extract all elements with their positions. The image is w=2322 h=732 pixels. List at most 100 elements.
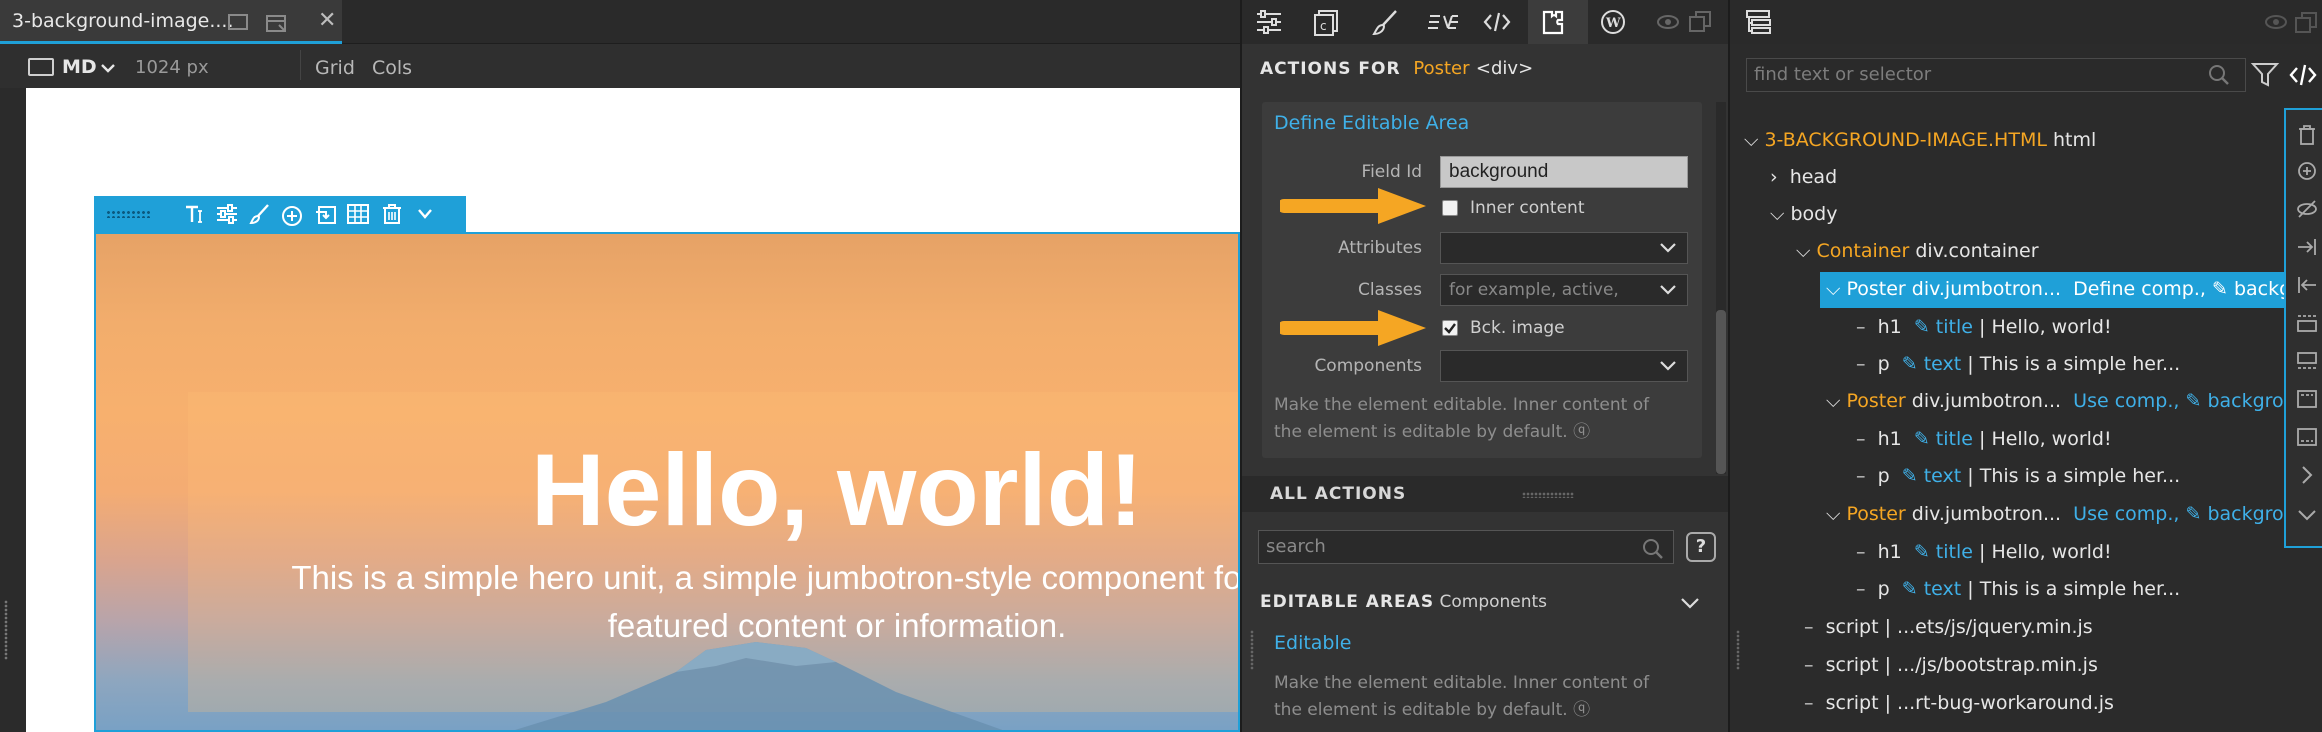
tree-h1-text: | Hello, world! [1979, 541, 2112, 563]
sliders-icon[interactable] [214, 202, 240, 226]
tree-row-html[interactable]: ⌵ 3-BACKGROUND-IMAGE.HTML html [1744, 123, 2096, 157]
dash-icon: – [1856, 316, 1866, 338]
tree-row-script[interactable]: – script | .../js/bootstrap.min.js [1804, 648, 2098, 682]
tree-row-p[interactable]: – p ✎ text | This is a simple her... [1856, 347, 2180, 381]
resize-grip[interactable] [1250, 630, 1254, 670]
hero-paragraph[interactable]: This is a simple hero unit, a simple jum… [96, 554, 1238, 650]
wrap-icon[interactable] [314, 202, 338, 226]
device-size-label[interactable]: MD [62, 56, 97, 78]
tree-row-h1[interactable]: – h1 ✎ title | Hello, world! [1856, 310, 2112, 344]
help-button[interactable]: ? [1686, 532, 1716, 562]
table-icon[interactable] [346, 202, 370, 226]
inner-content-checkbox[interactable] [1442, 200, 1458, 216]
tree-layers-icon[interactable] [1744, 8, 1774, 36]
classes-select[interactable]: for example, active, [1440, 274, 1688, 306]
editable-action-item[interactable]: Editable [1274, 632, 1351, 654]
tab-3-background-image[interactable]: 3-background-image.... ✕ [0, 0, 342, 44]
element-toolbar [94, 196, 466, 232]
actions-for-label: ACTIONS FOR [1260, 59, 1401, 79]
trash-icon[interactable] [2296, 124, 2318, 146]
resize-grip[interactable] [1522, 492, 1574, 498]
prepend-icon[interactable] [2296, 388, 2318, 410]
outdent-icon[interactable] [2296, 274, 2318, 296]
trash-icon[interactable] [380, 202, 404, 226]
wordpress-icon[interactable]: W [1598, 8, 1642, 38]
chevron-down-icon[interactable]: ⌵ [1826, 278, 1840, 300]
field-id-input[interactable] [1440, 156, 1688, 188]
bck-image-checkbox[interactable] [1442, 320, 1458, 336]
hide-icon[interactable] [2296, 198, 2318, 220]
tree-poster-action[interactable]: Define comp., [2073, 278, 2206, 300]
attributes-select[interactable] [1440, 232, 1688, 264]
chevron-right-icon[interactable]: › [1770, 166, 1778, 188]
bck-image-label: Bck. image [1470, 318, 1565, 338]
text-format-icon[interactable] [182, 202, 206, 226]
insert-before-icon[interactable] [2296, 312, 2318, 334]
css-rules-icon[interactable] [1426, 8, 1470, 38]
grid-toggle[interactable]: Grid [315, 57, 355, 79]
resize-grip[interactable] [4, 600, 8, 660]
drag-handle-icon[interactable] [106, 210, 150, 218]
tree-row-poster-3[interactable]: ⌵ Poster div.jumbotron... Use comp., ✎ b… [1826, 497, 2308, 531]
chevron-down-icon[interactable] [1680, 596, 1700, 610]
actions-icon[interactable] [1540, 8, 1584, 38]
tree-row-h1[interactable]: – h1 ✎ title | Hello, world! [1856, 535, 2112, 569]
code-icon[interactable] [1482, 8, 1526, 38]
close-icon[interactable]: ✕ [318, 8, 336, 33]
append-icon[interactable] [2296, 426, 2318, 448]
components-icon[interactable]: c [1312, 8, 1356, 38]
resize-grip[interactable] [1736, 630, 1740, 670]
insert-after-icon[interactable] [2296, 350, 2318, 372]
device-icon[interactable] [28, 58, 54, 76]
components-select[interactable] [1440, 350, 1688, 382]
tree-poster-action[interactable]: Use comp., [2073, 503, 2179, 525]
tree-row-body[interactable]: ⌵ body [1770, 197, 1837, 231]
tree-row-h1[interactable]: – h1 ✎ title | Hello, world! [1856, 422, 2112, 456]
add-circle-icon[interactable] [2296, 160, 2318, 182]
editable-areas-header[interactable]: EDITABLE AREAS Components [1260, 592, 1547, 612]
dash-icon: – [1804, 654, 1814, 676]
add-circle-icon[interactable] [280, 202, 306, 228]
tree-row-script[interactable]: – script | ...rt-bug-workaround.js [1804, 686, 2114, 720]
indent-icon[interactable] [2296, 236, 2318, 258]
define-editable-area-title[interactable]: Define Editable Area [1274, 112, 1469, 134]
search-icon[interactable] [1642, 538, 1664, 560]
visibility-icon[interactable] [2264, 12, 2288, 32]
jumbotron-poster[interactable]: Hello, world! This is a simple hero unit… [94, 232, 1240, 732]
hero-heading[interactable]: Hello, world! [96, 432, 1238, 549]
cols-toggle[interactable]: Cols [372, 57, 412, 79]
tree-poster-name: Poster [1846, 278, 1906, 300]
popout-icon[interactable] [1688, 8, 1732, 38]
filter-icon[interactable] [2250, 60, 2280, 90]
brush-icon[interactable] [248, 202, 272, 226]
tree-row-script[interactable]: – script | ...ets/js/jquery.min.js [1804, 610, 2093, 644]
code-icon[interactable] [2288, 60, 2318, 90]
editable-desc-line-1: Make the element editable. Inner content… [1274, 673, 1650, 693]
chevron-right-icon[interactable] [2296, 464, 2318, 486]
search-icon[interactable] [2208, 64, 2230, 86]
popout-icon[interactable] [265, 12, 289, 34]
style-brush-icon[interactable] [1370, 8, 1414, 38]
tree-row-p[interactable]: – p ✎ text | This is a simple her... [1856, 459, 2180, 493]
chevron-down-icon[interactable]: ⌵ [1744, 129, 1758, 151]
tree-row-p[interactable]: – p ✎ text | This is a simple her... [1856, 572, 2180, 606]
tree-row-head[interactable]: › head [1770, 160, 1837, 194]
chevron-down-icon[interactable]: ⌵ [1770, 203, 1784, 225]
chevron-down-icon[interactable]: ⌵ [1826, 390, 1840, 412]
tree-row-poster-1[interactable]: ⌵ Poster div.jumbotron... Define comp., … [1826, 272, 2310, 306]
tree-row-container[interactable]: ⌵ Container div.container [1796, 234, 2039, 268]
restore-icon[interactable] [228, 14, 248, 30]
chevron-down-icon[interactable]: ⌵ [1796, 240, 1810, 262]
tree-poster-action[interactable]: Use comp., [2073, 390, 2179, 412]
chevron-down-icon[interactable] [2296, 504, 2318, 526]
chevron-down-icon[interactable]: ⌵ [1826, 503, 1840, 525]
tree-h1-field: title [1935, 541, 1973, 563]
components-label: Components [1314, 356, 1422, 376]
field-id-label: Field Id [1361, 162, 1422, 182]
chevron-down-icon[interactable] [416, 206, 434, 222]
chevron-down-icon[interactable] [100, 62, 116, 74]
popout-icon[interactable] [2294, 10, 2318, 34]
properties-icon[interactable] [1254, 8, 1298, 38]
scrollbar-thumb[interactable] [1716, 310, 1726, 474]
tree-row-poster-2[interactable]: ⌵ Poster div.jumbotron... Use comp., ✎ b… [1826, 384, 2308, 418]
